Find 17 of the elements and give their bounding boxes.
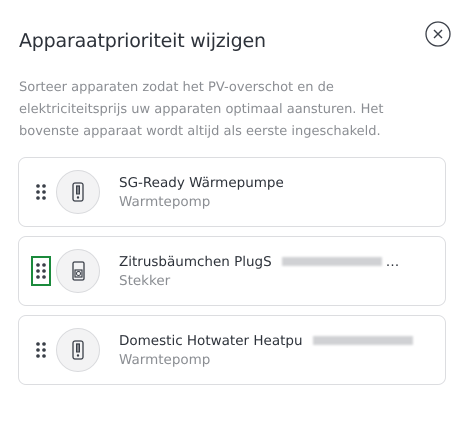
device-name: Domestic Hotwater Heatpu: [119, 332, 303, 348]
device-type: Warmtepomp: [119, 194, 212, 210]
device-type: Stekker: [119, 272, 172, 288]
description-text: Sorteer apparaten zodat het PV-overschot en de elektriciteitsprijs uw apparaten optimaal aansturen. Het bovenste apparaat wordt altijd als eerste ingeschakeld.: [19, 79, 384, 141]
heat-pump-icon: [56, 328, 100, 372]
close-button[interactable]: [425, 21, 451, 47]
device-type: Warmtepomp: [119, 352, 212, 368]
device-name: Zitrusbäumchen PlugS: [119, 254, 272, 270]
device-name: SG-Ready Wärmepumpe: [119, 174, 284, 190]
drag-handle[interactable]: [31, 256, 51, 286]
plug-icon: [56, 249, 100, 293]
device-card[interactable]: Zitrusbäumchen PlugS … Stekker: [18, 236, 446, 306]
ellipsis-text: …: [386, 254, 400, 270]
heat-pump-icon: [56, 170, 100, 214]
dialog-title: Apparaatprioriteit wijzigen: [19, 30, 266, 52]
device-card[interactable]: SG-Ready Wärmepumpe Warmtepomp: [18, 157, 446, 227]
device-card[interactable]: Domestic Hotwater Heatpu Warmtepomp: [18, 315, 446, 385]
